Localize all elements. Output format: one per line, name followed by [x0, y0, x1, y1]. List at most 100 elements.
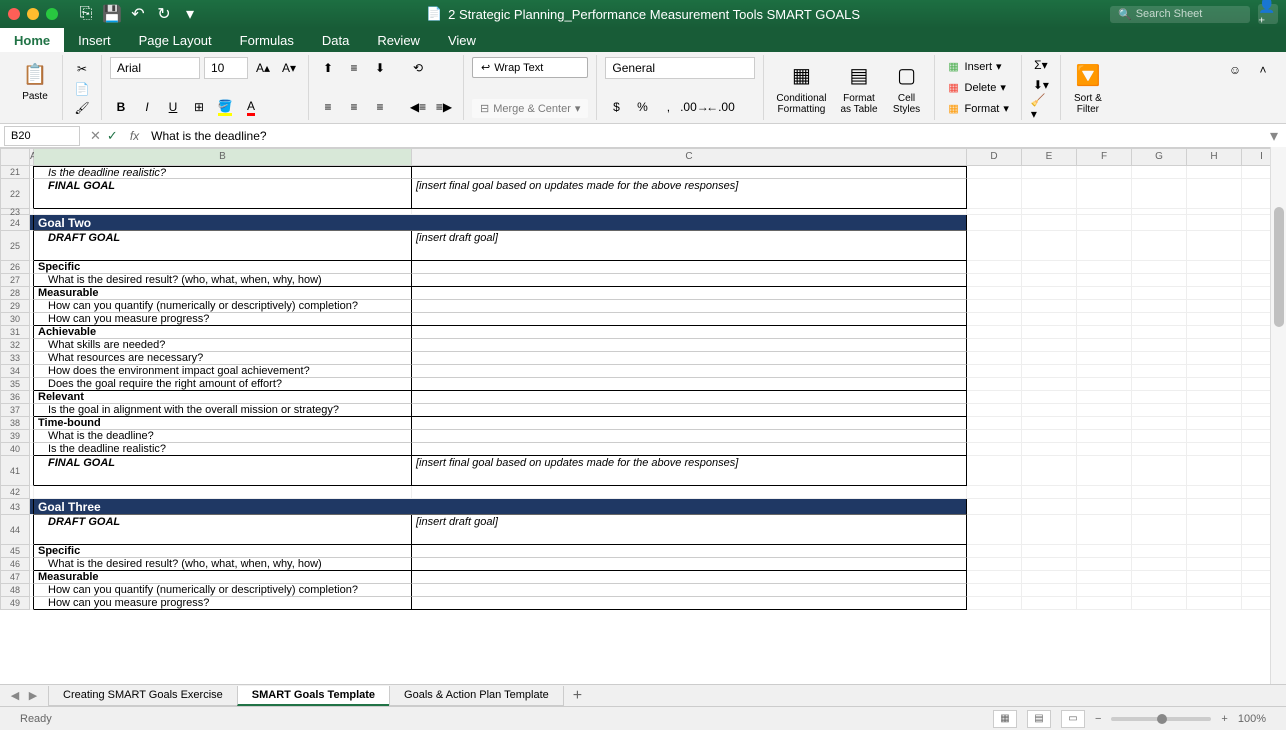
decrease-indent-button[interactable]: ◀≡: [407, 96, 429, 118]
cell-G-21[interactable]: [1132, 166, 1187, 179]
cell-c-29[interactable]: [412, 300, 967, 313]
align-bottom-button[interactable]: ⬇: [369, 57, 391, 79]
cell-b-48[interactable]: How can you quantify (numerically or des…: [34, 584, 412, 597]
cell-G-27[interactable]: [1132, 274, 1187, 287]
redo-icon[interactable]: ↻: [156, 6, 172, 22]
cell-H-45[interactable]: [1187, 545, 1242, 558]
cell-D-42[interactable]: [967, 486, 1022, 499]
formula-input[interactable]: [145, 127, 1262, 145]
cell-E-33[interactable]: [1022, 352, 1077, 365]
cell-D-49[interactable]: [967, 597, 1022, 610]
cell-G-44[interactable]: [1132, 515, 1187, 545]
cell-H-47[interactable]: [1187, 571, 1242, 584]
cell-G-34[interactable]: [1132, 365, 1187, 378]
cell-E-29[interactable]: [1022, 300, 1077, 313]
cell-b-21[interactable]: Is the deadline realistic?: [34, 166, 412, 179]
tab-page-layout[interactable]: Page Layout: [125, 28, 226, 52]
cell-F-31[interactable]: [1077, 326, 1132, 339]
cell-E-41[interactable]: [1022, 456, 1077, 486]
column-header-H[interactable]: H: [1187, 148, 1242, 166]
cell-c-46[interactable]: [412, 558, 967, 571]
cell-b-41[interactable]: FINAL GOAL: [34, 456, 412, 486]
sheet-tab-0[interactable]: Creating SMART Goals Exercise: [48, 686, 238, 706]
cancel-formula-button[interactable]: ✕: [90, 128, 101, 144]
align-middle-button[interactable]: ≡: [343, 57, 365, 79]
cell-D-24[interactable]: [967, 215, 1022, 231]
row-header-33[interactable]: 33: [0, 352, 30, 365]
collapse-ribbon-button[interactable]: ˄: [1252, 59, 1274, 81]
cell-E-22[interactable]: [1022, 179, 1077, 209]
cell-D-47[interactable]: [967, 571, 1022, 584]
increase-decimal-button[interactable]: .00→: [683, 96, 705, 118]
cell-F-24[interactable]: [1077, 215, 1132, 231]
cell-c-21[interactable]: [412, 166, 967, 179]
font-name-select[interactable]: [110, 57, 200, 79]
cell-G-29[interactable]: [1132, 300, 1187, 313]
cell-E-37[interactable]: [1022, 404, 1077, 417]
cell-E-44[interactable]: [1022, 515, 1077, 545]
cell-G-47[interactable]: [1132, 571, 1187, 584]
undo-icon[interactable]: ↶: [130, 6, 146, 22]
sheet-tab-1[interactable]: SMART Goals Template: [237, 686, 390, 706]
font-size-select[interactable]: [204, 57, 248, 79]
cell-c-45[interactable]: [412, 545, 967, 558]
cell-F-41[interactable]: [1077, 456, 1132, 486]
tab-home[interactable]: Home: [0, 28, 64, 52]
cell-F-35[interactable]: [1077, 378, 1132, 391]
cell-F-22[interactable]: [1077, 179, 1132, 209]
cell-G-35[interactable]: [1132, 378, 1187, 391]
cell-H-34[interactable]: [1187, 365, 1242, 378]
row-header-46[interactable]: 46: [0, 558, 30, 571]
cell-c-26[interactable]: [412, 261, 967, 274]
scrollbar-thumb[interactable]: [1274, 207, 1284, 327]
cell-c-35[interactable]: [412, 378, 967, 391]
sort-filter-button[interactable]: 🔽 Sort & Filter: [1069, 59, 1107, 117]
cell-H-27[interactable]: [1187, 274, 1242, 287]
column-header-B[interactable]: B: [34, 148, 412, 166]
paste-button[interactable]: 📋 Paste: [16, 57, 54, 104]
cell-c-39[interactable]: [412, 430, 967, 443]
cell-D-34[interactable]: [967, 365, 1022, 378]
wrap-text-button[interactable]: ↩ Wrap Text: [472, 57, 588, 78]
maximize-window-button[interactable]: [46, 8, 58, 20]
cell-G-24[interactable]: [1132, 215, 1187, 231]
row-header-36[interactable]: 36: [0, 391, 30, 404]
row-header-31[interactable]: 31: [0, 326, 30, 339]
row-header-41[interactable]: 41: [0, 456, 30, 486]
cell-F-36[interactable]: [1077, 391, 1132, 404]
minimize-window-button[interactable]: [27, 8, 39, 20]
expand-formula-bar-button[interactable]: ▾: [1262, 126, 1286, 146]
cell-H-29[interactable]: [1187, 300, 1242, 313]
row-header-40[interactable]: 40: [0, 443, 30, 456]
align-left-button[interactable]: ≡: [317, 96, 339, 118]
delete-cells-button[interactable]: ▦ Delete ▾: [943, 79, 1013, 97]
cell-E-43[interactable]: [1022, 499, 1077, 515]
clear-button[interactable]: 🧹▾: [1030, 96, 1052, 118]
cell-H-38[interactable]: [1187, 417, 1242, 430]
cell-E-30[interactable]: [1022, 313, 1077, 326]
autosave-icon[interactable]: ⎘: [78, 6, 94, 22]
cell-c-34[interactable]: [412, 365, 967, 378]
cell-c-41[interactable]: [insert final goal based on updates made…: [412, 456, 967, 486]
cell-b-36[interactable]: Relevant: [34, 391, 412, 404]
cell-H-41[interactable]: [1187, 456, 1242, 486]
row-header-47[interactable]: 47: [0, 571, 30, 584]
cell-G-22[interactable]: [1132, 179, 1187, 209]
cell-F-38[interactable]: [1077, 417, 1132, 430]
cell-H-46[interactable]: [1187, 558, 1242, 571]
cell-E-40[interactable]: [1022, 443, 1077, 456]
cell-G-32[interactable]: [1132, 339, 1187, 352]
row-header-22[interactable]: 22: [0, 179, 30, 209]
cell-F-49[interactable]: [1077, 597, 1132, 610]
cell-G-39[interactable]: [1132, 430, 1187, 443]
zoom-in-button[interactable]: +: [1221, 713, 1227, 725]
row-header-42[interactable]: 42: [0, 486, 30, 499]
row-header-45[interactable]: 45: [0, 545, 30, 558]
row-header-28[interactable]: 28: [0, 287, 30, 300]
share-button[interactable]: 👤⁺: [1258, 4, 1278, 24]
row-header-37[interactable]: 37: [0, 404, 30, 417]
cell-D-22[interactable]: [967, 179, 1022, 209]
qat-dropdown-icon[interactable]: ▾: [182, 6, 198, 22]
autosum-button[interactable]: Σ▾: [1030, 57, 1052, 74]
cell-H-26[interactable]: [1187, 261, 1242, 274]
